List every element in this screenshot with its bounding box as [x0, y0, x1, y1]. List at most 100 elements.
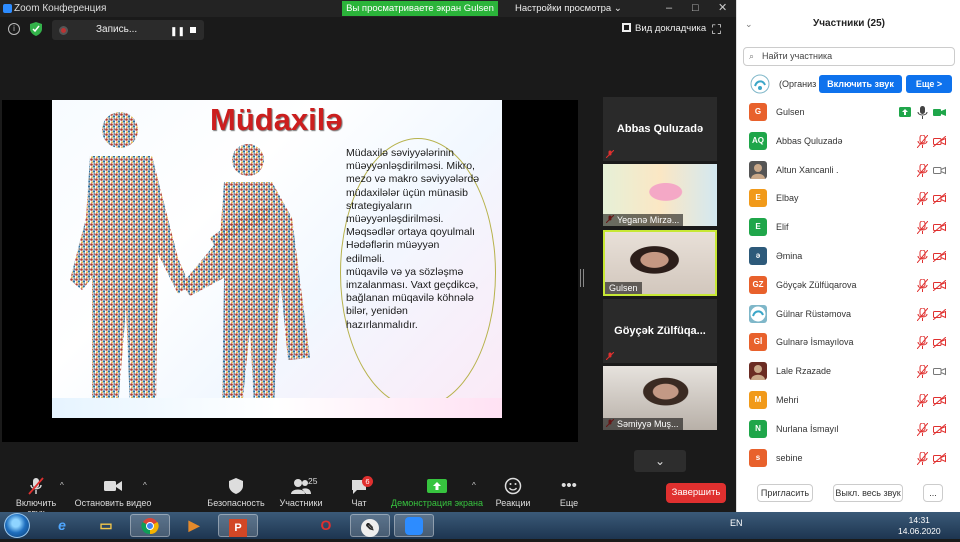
- participant-avatar: E: [749, 189, 767, 208]
- video-tile-active[interactable]: Gulsen: [603, 230, 717, 296]
- mic-muted-icon[interactable]: [917, 336, 928, 350]
- mic-muted-icon[interactable]: [917, 163, 928, 177]
- start-button[interactable]: [4, 513, 30, 538]
- internet-explorer-icon[interactable]: e: [42, 514, 82, 537]
- end-meeting-button[interactable]: Завершить: [666, 483, 726, 503]
- mute-all-button[interactable]: Выкл. весь звук: [833, 484, 903, 502]
- share-screen-label: Демонстрация экрана: [391, 498, 483, 508]
- powerpoint-icon[interactable]: P: [218, 514, 258, 537]
- presentation-slide: Müdaxilə Müdaxilə səviyyələrinin müəyyən…: [52, 100, 502, 418]
- mic-muted-icon[interactable]: [917, 278, 928, 292]
- participant-row[interactable]: AQ Abbas Quluzadə: [737, 127, 960, 156]
- pause-icon[interactable]: ❚❚: [170, 26, 185, 37]
- camera-on-icon[interactable]: [933, 366, 946, 377]
- participants-panel: ⌄ Участники (25) ⌕ Найти участника (Орга…: [736, 0, 960, 512]
- camera-off-icon[interactable]: [933, 337, 946, 349]
- camera-off-icon[interactable]: [933, 394, 946, 406]
- panel-more-button[interactable]: ...: [923, 484, 943, 502]
- participant-row[interactable]: N Nurlana İsmayıl: [737, 415, 960, 444]
- pen-app-icon[interactable]: ✎: [350, 514, 390, 537]
- camera-off-icon[interactable]: [933, 423, 946, 435]
- mic-on-icon[interactable]: [917, 106, 928, 119]
- media-player-icon[interactable]: ▶: [174, 514, 214, 537]
- mic-muted-icon[interactable]: [917, 221, 928, 235]
- share-screen-button[interactable]: Демонстрация экрана: [391, 477, 483, 508]
- mic-muted-icon[interactable]: [917, 393, 928, 407]
- resize-handle[interactable]: [580, 269, 584, 287]
- opera-icon[interactable]: O: [306, 514, 346, 537]
- speaker-view-button[interactable]: Вид докладчика: [622, 23, 706, 34]
- camera-off-icon[interactable]: [933, 135, 946, 147]
- shield-icon[interactable]: [30, 22, 42, 36]
- window-title: Zoom Конференция: [14, 3, 107, 14]
- fullscreen-icon[interactable]: ⛶: [712, 22, 721, 38]
- participant-avatar: AQ: [749, 131, 767, 150]
- close-icon[interactable]: ✕: [718, 0, 727, 17]
- participant-row[interactable]: ə Əmina: [737, 242, 960, 271]
- video-tile[interactable]: Abbas Quluzadə: [603, 97, 717, 161]
- participant-avatar: GZ: [749, 275, 767, 294]
- language-indicator[interactable]: EN: [730, 518, 743, 528]
- mic-muted-icon[interactable]: [917, 451, 928, 465]
- camera-on-icon[interactable]: [933, 165, 946, 176]
- camera-off-icon[interactable]: [933, 193, 946, 205]
- chat-button[interactable]: Чат 6: [345, 476, 373, 508]
- audio-options-caret-icon[interactable]: ^: [60, 481, 64, 490]
- host-row[interactable]: (Организ Включить звук Еще >: [743, 72, 955, 96]
- participant-name: Gülnar Rüstəmova: [776, 308, 852, 319]
- participants-button[interactable]: Участники 25: [276, 476, 326, 508]
- speaker-view-label: Вид докладчика: [635, 23, 707, 34]
- participant-row[interactable]: Gİ Gulnarə İsmayılova: [737, 328, 960, 357]
- participant-avatar: G: [749, 103, 767, 121]
- mic-muted-icon[interactable]: [917, 307, 928, 321]
- participant-row[interactable]: Lale Rzazade: [737, 357, 960, 386]
- maximize-icon[interactable]: □: [692, 0, 699, 17]
- mic-muted-icon[interactable]: [917, 422, 928, 436]
- camera-off-icon[interactable]: [933, 308, 946, 320]
- view-options-button[interactable]: Настройки просмотра ⌄: [515, 1, 622, 16]
- participant-unmute-button[interactable]: Включить звук: [819, 75, 902, 93]
- camera-off-icon[interactable]: [933, 222, 946, 234]
- video-tile[interactable]: Yeganə Mirzə...: [603, 164, 717, 226]
- participant-row[interactable]: G Gulsen: [737, 98, 960, 127]
- zoom-app-icon[interactable]: [394, 514, 434, 537]
- participant-more-button[interactable]: Еще >: [906, 75, 952, 93]
- video-options-caret-icon[interactable]: ^: [143, 481, 147, 490]
- camera-off-icon[interactable]: [933, 452, 946, 464]
- participant-search-placeholder: Найти участника: [762, 51, 833, 61]
- participant-search-input[interactable]: ⌕ Найти участника: [743, 47, 955, 66]
- participant-row[interactable]: s sebine: [737, 444, 960, 473]
- folder-icon[interactable]: ▭: [86, 514, 126, 537]
- participant-row[interactable]: Altun Xancanli .: [737, 156, 960, 185]
- mic-muted-icon[interactable]: [917, 192, 928, 206]
- camera-on-icon[interactable]: [933, 107, 946, 118]
- minimize-icon[interactable]: –: [666, 0, 672, 17]
- chevron-down-icon: ⌄: [613, 3, 622, 14]
- camera-off-icon[interactable]: [933, 250, 946, 262]
- mic-muted-icon[interactable]: [917, 134, 928, 148]
- participants-count: 25: [308, 476, 318, 486]
- reactions-button[interactable]: Реакции: [494, 477, 532, 508]
- mic-muted-icon: [606, 352, 614, 360]
- participant-row[interactable]: E Elbay: [737, 184, 960, 213]
- security-button[interactable]: Безопасность: [205, 477, 267, 508]
- info-icon[interactable]: i: [8, 23, 20, 35]
- camera-off-icon[interactable]: [933, 279, 946, 291]
- scroll-down-button[interactable]: ⌄: [634, 450, 686, 472]
- mic-muted-icon[interactable]: [917, 249, 928, 263]
- chrome-icon[interactable]: [130, 514, 170, 537]
- participant-row[interactable]: E Elif: [737, 213, 960, 242]
- participant-row[interactable]: M Mehri: [737, 386, 960, 415]
- more-button[interactable]: ••• Еще: [555, 477, 583, 508]
- video-tile[interactable]: Səmiyyə Muş...: [603, 366, 717, 430]
- video-tile[interactable]: Göyçək Zülfüqa...: [603, 299, 717, 363]
- system-clock[interactable]: 14:31 14.06.2020: [898, 515, 941, 537]
- participant-row[interactable]: GZ Göyçək Zülfüqarova: [737, 271, 960, 300]
- stop-icon[interactable]: [190, 27, 196, 33]
- invite-button[interactable]: Пригласить: [757, 484, 813, 502]
- share-options-caret-icon[interactable]: ^: [472, 481, 476, 490]
- mic-muted-icon[interactable]: [917, 365, 928, 379]
- participant-name: Mehri: [776, 394, 799, 405]
- stop-video-button[interactable]: Остановить видео: [74, 477, 152, 508]
- participant-row[interactable]: Gülnar Rüstəmova: [737, 300, 960, 329]
